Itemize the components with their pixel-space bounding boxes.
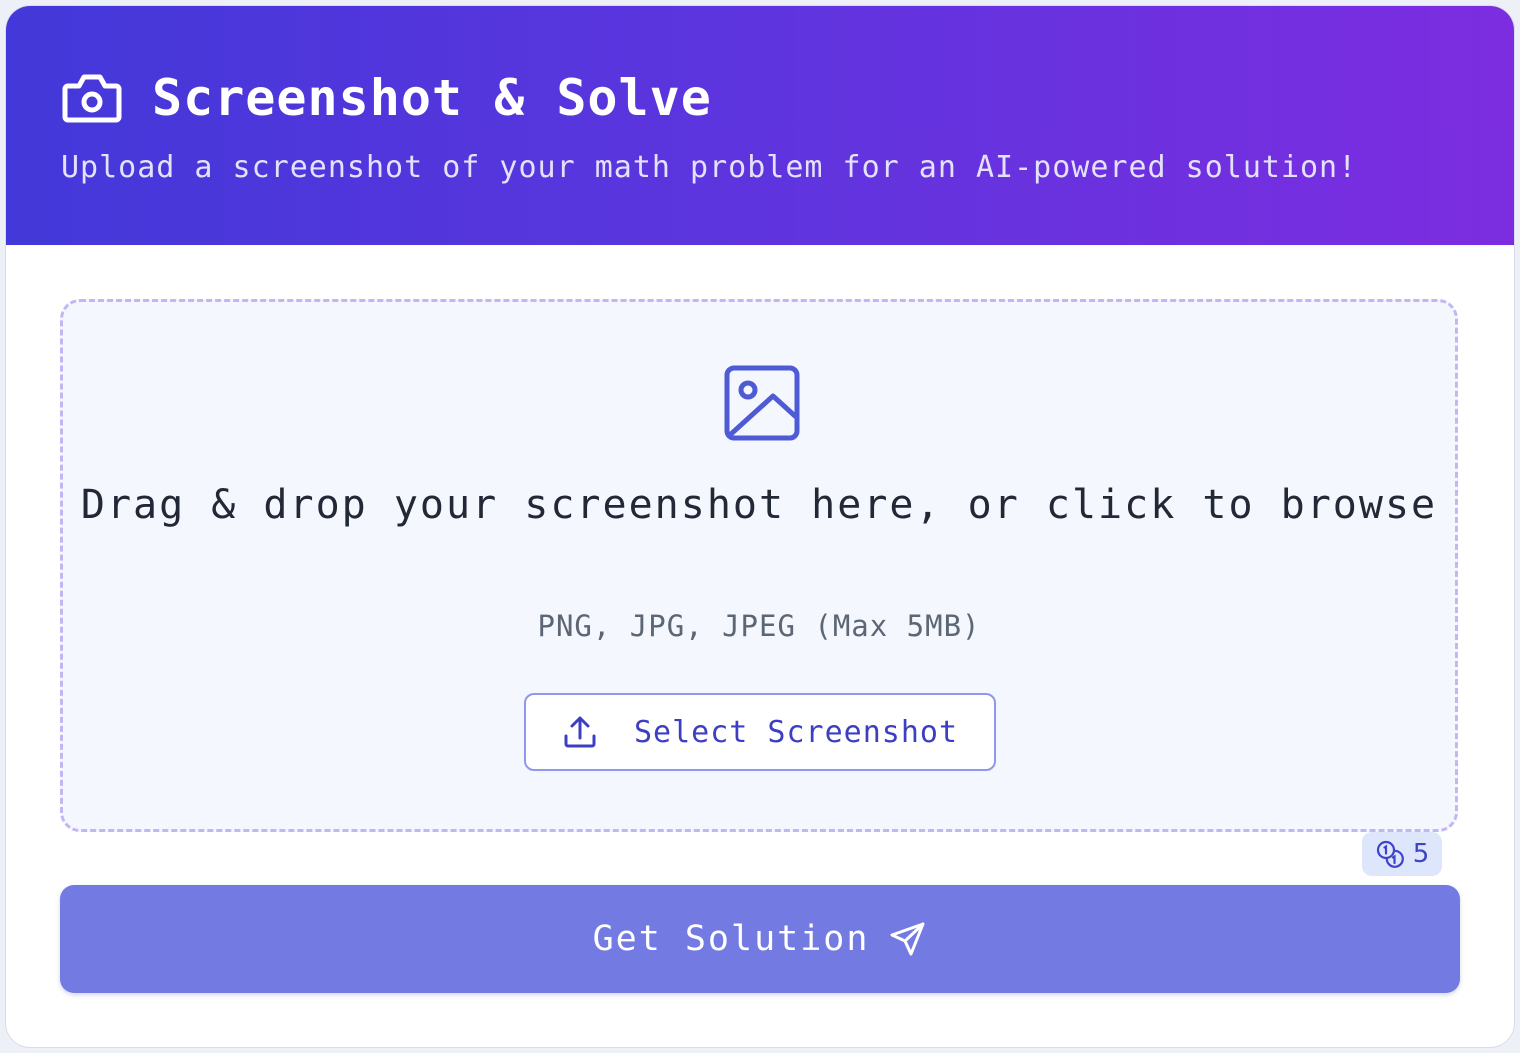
- file-format-hint: PNG, JPG, JPEG (Max 5MB): [537, 609, 981, 643]
- credits-badge: 5: [1362, 832, 1442, 876]
- select-screenshot-label: Select Screenshot: [634, 714, 959, 750]
- get-solution-label: Get Solution: [592, 919, 870, 959]
- title-row: Screenshot & Solve: [62, 66, 712, 130]
- dropzone-prompt: Drag & drop your screenshot here, or cli…: [80, 482, 1438, 528]
- page-subtitle: Upload a screenshot of your math problem…: [61, 150, 1358, 185]
- screenshot-solve-card: Screenshot & Solve Upload a screenshot o…: [6, 6, 1514, 1047]
- send-icon: [890, 922, 925, 956]
- upload-icon: [564, 716, 596, 748]
- card-header: Screenshot & Solve Upload a screenshot o…: [6, 6, 1514, 245]
- coins-icon: [1376, 840, 1404, 868]
- select-screenshot-button[interactable]: Select Screenshot: [524, 693, 996, 771]
- image-icon: [724, 365, 800, 441]
- get-solution-button[interactable]: Get Solution: [60, 885, 1460, 993]
- camera-icon: [62, 74, 122, 123]
- upload-dropzone[interactable]: Drag & drop your screenshot here, or cli…: [60, 299, 1458, 832]
- page-title: Screenshot & Solve: [152, 69, 712, 127]
- credits-count: 5: [1412, 839, 1430, 869]
